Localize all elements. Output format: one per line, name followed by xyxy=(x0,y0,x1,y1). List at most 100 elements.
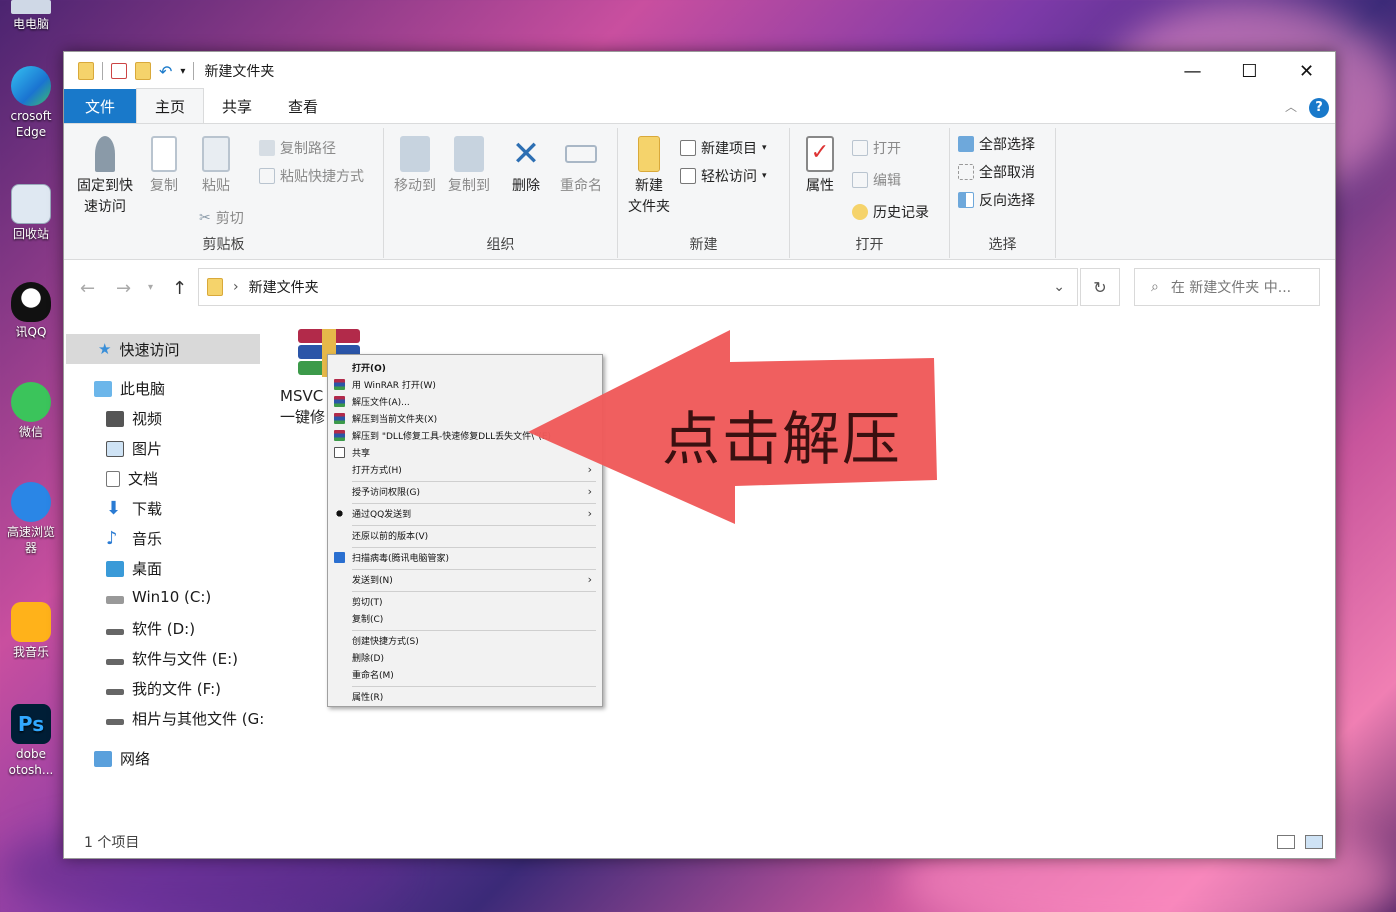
paste-shortcut-button[interactable]: 粘贴快捷方式 xyxy=(259,166,364,186)
address-box[interactable]: › 新建文件夹 ⌄ xyxy=(198,268,1078,306)
nav-item-drive-f[interactable]: 我的文件 (F:) xyxy=(106,678,221,699)
nav-item-downloads[interactable]: ⬇ 下载 xyxy=(106,498,162,519)
nav-item-drive-d[interactable]: 软件 (D:) xyxy=(106,618,195,639)
nav-item-drive-g[interactable]: 相片与其他文件 (G: xyxy=(106,708,264,729)
context-menu-item[interactable]: 发送到(N) › xyxy=(334,572,596,587)
context-menu-item[interactable]: 解压文件(A)... xyxy=(334,394,596,409)
maximize-button[interactable]: ☐ xyxy=(1221,52,1278,90)
chevron-down-icon[interactable]: ▾ xyxy=(180,66,185,77)
desktop-icon-qq[interactable]: 讯QQ xyxy=(0,282,62,340)
history-button[interactable]: 历史记录 xyxy=(852,202,929,222)
chevron-right-icon: › xyxy=(233,279,239,295)
copy-to-button[interactable]: 复制到 xyxy=(444,136,494,197)
undo-icon[interactable]: ↶ xyxy=(159,62,172,81)
chevron-down-icon[interactable]: ⌄ xyxy=(1053,279,1065,295)
group-label: 组织 xyxy=(486,237,515,253)
refresh-button[interactable]: ↻ xyxy=(1080,268,1120,306)
copy-icon xyxy=(151,136,177,172)
rename-button[interactable]: 重命名 xyxy=(556,136,606,197)
context-menu-item[interactable]: 重命名(M) xyxy=(334,667,596,682)
nav-item-videos[interactable]: 视频 xyxy=(106,408,162,429)
properties-check-icon[interactable] xyxy=(111,63,127,79)
up-arrow-icon[interactable]: ↑ xyxy=(172,278,187,299)
tab-home[interactable]: 主页 xyxy=(136,88,205,123)
copy-path-button[interactable]: 复制路径 xyxy=(259,138,336,158)
tab-view[interactable]: 查看 xyxy=(270,89,336,123)
context-menu-item[interactable]: 剪切(T) xyxy=(334,594,596,609)
copy-button[interactable]: 复制 xyxy=(144,136,184,197)
tab-share[interactable]: 共享 xyxy=(204,89,270,123)
desktop-icon-music[interactable]: 我音乐 xyxy=(0,602,62,660)
context-menu-item[interactable]: 复制(C) xyxy=(334,611,596,626)
properties-button[interactable]: ✓ 属性 xyxy=(798,136,842,197)
context-menu-item[interactable]: 打开(O) xyxy=(334,360,596,375)
context-menu-item[interactable]: 通过QQ发送到 › xyxy=(334,506,596,521)
new-folder-icon[interactable] xyxy=(135,62,151,80)
invert-selection-button[interactable]: 反向选择 xyxy=(958,190,1035,210)
large-icons-view-icon[interactable] xyxy=(1305,835,1323,849)
drive-icon xyxy=(106,688,124,695)
context-menu-item[interactable]: 授予访问权限(G) › xyxy=(334,484,596,499)
context-menu-item[interactable]: 删除(D) xyxy=(334,650,596,665)
select-all-button[interactable]: 全部选择 xyxy=(958,134,1035,154)
nav-item-pictures[interactable]: 图片 xyxy=(106,438,162,459)
cut-button[interactable]: ✂ 剪切 xyxy=(199,208,244,228)
search-input[interactable]: ⌕ 在 新建文件夹 中... xyxy=(1134,268,1320,306)
pin-quick-access-button[interactable]: 固定到快 速访问 xyxy=(72,136,138,218)
forward-arrow-icon[interactable]: → xyxy=(116,278,131,299)
desktop-icon-recycle-bin[interactable]: 回收站 xyxy=(0,184,62,242)
delete-button[interactable]: ✕ 删除 xyxy=(504,136,548,197)
breadcrumb[interactable]: 新建文件夹 xyxy=(249,277,319,297)
open-button[interactable]: 打开 xyxy=(852,138,901,158)
desktop-icon-computer[interactable]: 电电脑 xyxy=(0,0,62,40)
help-button[interactable]: ? xyxy=(1309,98,1329,118)
context-menu-label: 删除(D) xyxy=(352,654,384,664)
divider xyxy=(102,62,103,80)
nav-item-drive-c[interactable]: Win10 (C:) xyxy=(106,588,211,606)
copy-path-icon xyxy=(259,140,275,156)
nav-item-documents[interactable]: 文档 xyxy=(106,468,158,489)
context-menu-item[interactable]: 属性(R) xyxy=(334,689,596,704)
tab-file[interactable]: 文件 xyxy=(64,89,136,123)
paste-shortcut-icon xyxy=(259,168,275,184)
close-button[interactable]: ✕ xyxy=(1278,52,1335,90)
blank-icon xyxy=(334,652,345,663)
easy-access-button[interactable]: 轻松访问 ▾ xyxy=(680,166,767,186)
select-none-button[interactable]: 全部取消 xyxy=(958,162,1035,182)
nav-item-drive-e[interactable]: 软件与文件 (E:) xyxy=(106,648,238,669)
drive-icon xyxy=(106,628,124,635)
edit-button[interactable]: 编辑 xyxy=(852,170,901,190)
menu-separator xyxy=(352,686,596,687)
minimize-button[interactable]: — xyxy=(1164,52,1221,90)
computer-icon xyxy=(94,380,112,397)
nav-item-network[interactable]: 网络 xyxy=(94,748,150,769)
edge-icon xyxy=(11,66,51,106)
move-to-button[interactable]: 移动到 xyxy=(390,136,440,197)
back-arrow-icon[interactable]: ← xyxy=(80,278,95,299)
new-item-button[interactable]: 新建项目 ▾ xyxy=(680,138,767,158)
context-menu-item[interactable]: 打开方式(H) › xyxy=(334,462,596,477)
blank-icon xyxy=(334,486,345,497)
context-menu-item[interactable]: 解压到当前文件夹(X) xyxy=(334,411,596,426)
nav-item-music[interactable]: ♪ 音乐 xyxy=(106,528,162,549)
desktop-icon-wechat[interactable]: 微信 xyxy=(0,382,62,440)
desktop-icon-browser[interactable]: 高速浏览器 xyxy=(0,482,62,556)
group-label: 选择 xyxy=(988,237,1017,253)
recent-chevron-icon[interactable]: ▾ xyxy=(148,282,153,293)
file-name[interactable]: MSVC 一键修 xyxy=(280,386,325,428)
context-menu-item[interactable]: 用 WinRAR 打开(W) xyxy=(334,377,596,392)
nav-item-desktop[interactable]: 桌面 xyxy=(106,558,162,579)
context-menu-item[interactable]: 还原以前的版本(V) xyxy=(334,528,596,543)
nav-item-quick-access[interactable]: ★ 快速访问 xyxy=(66,334,260,364)
new-folder-button[interactable]: 新建 文件夹 xyxy=(622,136,676,218)
context-menu-item[interactable]: 共享 xyxy=(334,445,596,460)
context-menu-item[interactable]: 创建快捷方式(S) xyxy=(334,633,596,648)
collapse-ribbon-icon[interactable]: ︿ xyxy=(1285,98,1297,115)
nav-item-this-pc[interactable]: 此电脑 xyxy=(94,378,165,399)
desktop-icon-edge[interactable]: crosoft Edge xyxy=(0,66,62,140)
paste-button[interactable]: 粘贴 xyxy=(196,136,236,197)
desktop-icon-photoshop[interactable]: Ps dobe otosh... xyxy=(0,704,62,778)
details-view-icon[interactable] xyxy=(1277,835,1295,849)
context-menu-item[interactable]: 扫描病毒(腾讯电脑管家) xyxy=(334,550,596,565)
context-menu-item[interactable]: 解压到 "DLL修复工具-快速修复DLL丢失文件\"(E) xyxy=(334,428,596,443)
